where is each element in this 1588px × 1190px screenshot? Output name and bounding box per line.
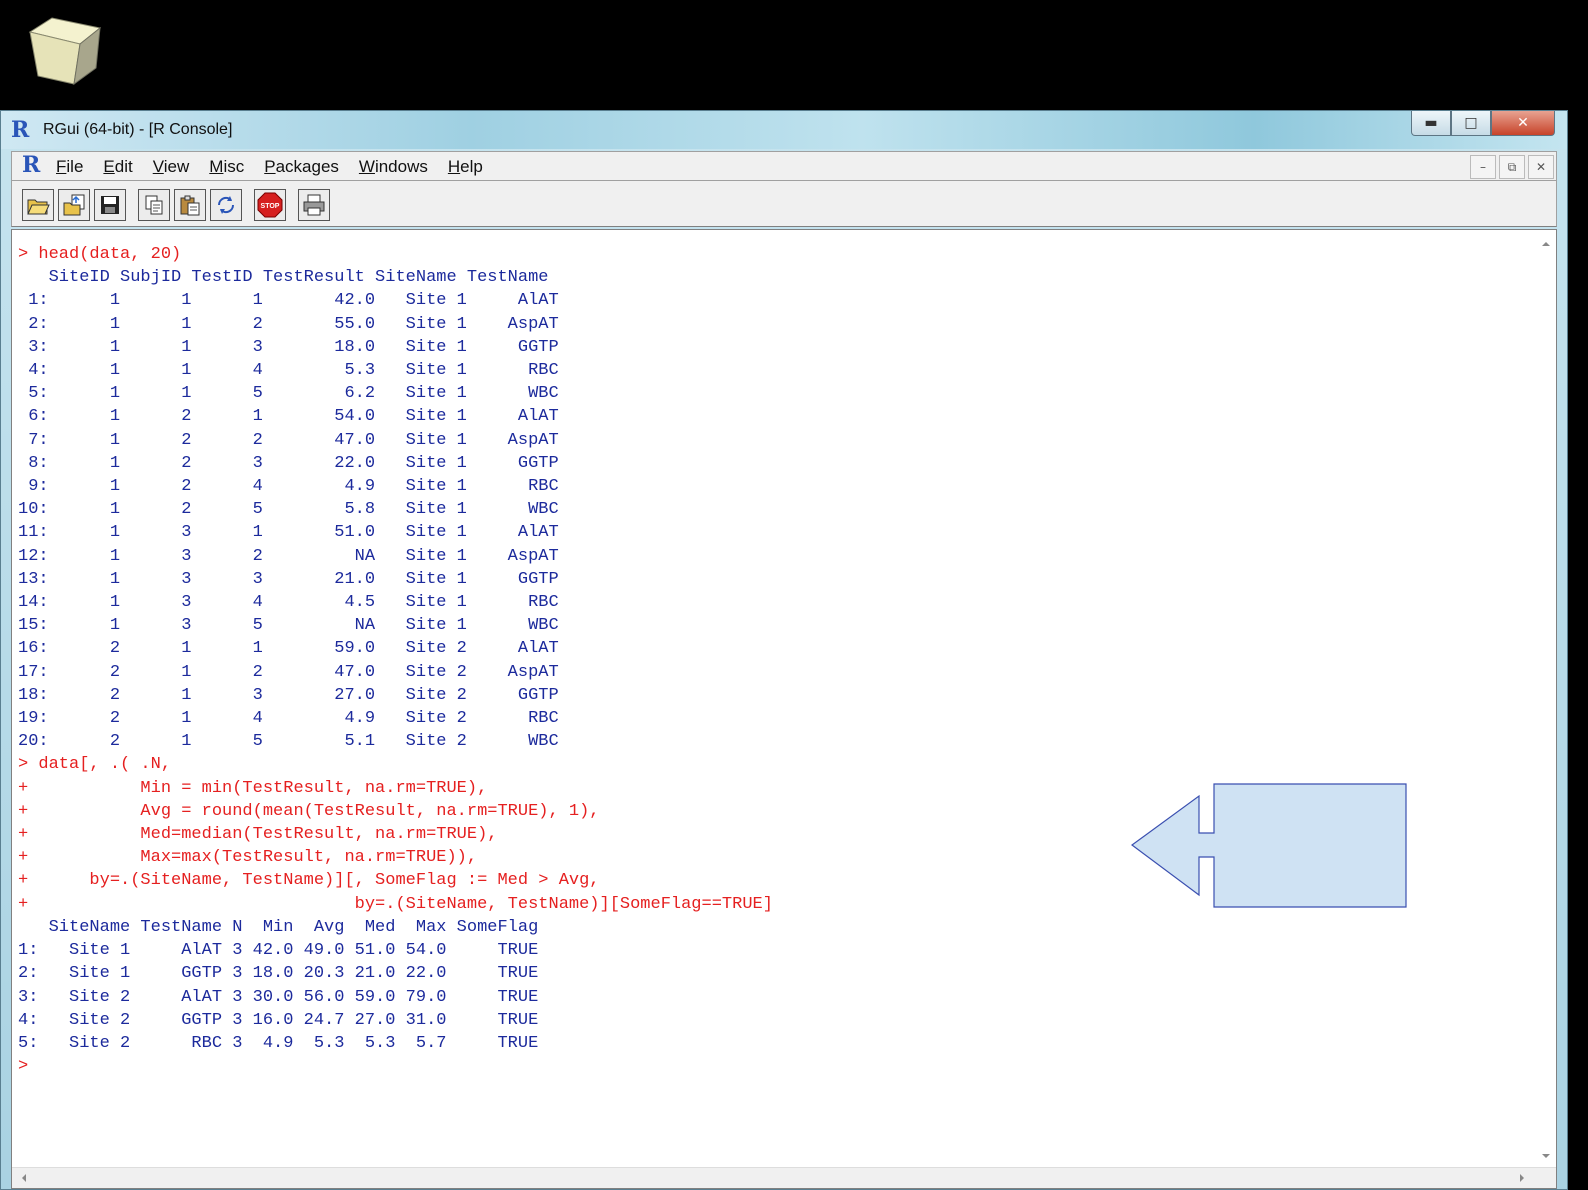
console-output-line: 8: 1 2 3 22.0 Site 1 GGTP [18,453,559,473]
console-output-line: 14: 1 3 4 4.5 Site 1 RBC [18,593,559,613]
minimize-icon: – [1480,160,1486,174]
maximize-button[interactable]: □ [1451,111,1491,136]
scroll-left-icon [22,1174,26,1182]
folder-open-icon [27,199,50,215]
console-input-line: > data[, .( .N, [18,755,172,775]
load-workspace-button[interactable] [58,189,90,221]
console-input-line: + Max=max(TestResult, na.rm=TRUE)), [18,848,478,868]
open-script-button[interactable] [22,189,54,221]
menu-items: File Edit View Misc Packages Windows Help [56,157,503,177]
console-output-line: SiteID SubjID TestID TestResult SiteName… [18,268,549,288]
rgui-window: R RGui (64-bit) - [R Console] ▬ □ ✕ R Fi… [0,110,1568,1190]
restore-icon: ⧉ [1507,159,1517,174]
menu-file[interactable]: File [56,157,83,177]
console-output-line: 16: 2 1 1 59.0 Site 2 AlAT [18,639,559,659]
console-output-line: SiteName TestName N Min Avg Med Max Some… [18,917,539,937]
window-controls: ▬ □ ✕ [1411,111,1555,137]
mdi-close-button[interactable]: ✕ [1528,155,1554,179]
console-output-line: 3: 1 1 3 18.0 Site 1 GGTP [18,337,559,357]
console-output-line: 13: 1 3 3 21.0 Site 1 GGTP [18,569,559,589]
console-output-line: 12: 1 3 2 NA Site 1 AspAT [18,546,559,566]
scroll-up-icon [1542,242,1550,246]
menu-bar: R File Edit View Misc Packages Windows Help – … [11,151,1557,181]
minimize-button[interactable]: ▬ [1411,111,1451,136]
console-output-line: 3: Site 2 AlAT 3 30.0 56.0 59.0 79.0 TRU… [18,987,539,1007]
paste-button[interactable] [174,189,206,221]
console-input-line: + Min = min(TestResult, na.rm=TRUE), [18,778,488,798]
paste-icon [180,195,200,216]
console-input-line: > head(data, 20) [18,245,182,264]
console-output-line: 2: 1 1 2 55.0 Site 1 AspAT [18,314,559,334]
console-output-line: 7: 1 2 2 47.0 Site 1 AspAT [18,430,559,450]
stop-button[interactable]: STOP [254,189,286,221]
console-output-line: 1: 1 1 1 42.0 Site 1 AlAT [18,291,559,311]
console-output-line: 5: Site 2 RBC 3 4.9 5.3 5.3 5.7 TRUE [18,1033,539,1053]
console-output-line: 5: 1 1 5 6.2 Site 1 WBC [18,384,559,404]
print-button[interactable] [298,189,330,221]
console-output-line: 11: 1 3 1 51.0 Site 1 AlAT [18,523,559,543]
console-output-line: 17: 2 1 2 47.0 Site 2 AspAT [18,662,559,682]
printer-icon [303,194,325,216]
menu-help[interactable]: Help [448,157,483,177]
mdi-controls: – ⧉ ✕ [1470,155,1554,179]
minimize-icon: ▬ [1424,115,1438,131]
title-bar[interactable]: R RGui (64-bit) - [R Console] ▬ □ ✕ [1,111,1567,149]
r-logo-icon: R [11,117,30,143]
load-icon [63,194,85,216]
console-output-line: 10: 1 2 5 5.8 Site 1 WBC [18,500,559,520]
copy-paste-button[interactable] [210,189,242,221]
maximize-icon: □ [1464,115,1478,131]
console-output-line: 6: 1 2 1 54.0 Site 1 AlAT [18,407,559,427]
svg-text:STOP: STOP [261,203,280,210]
close-icon: ✕ [1535,160,1547,174]
console-output-line: 1: Site 1 AlAT 3 42.0 49.0 51.0 54.0 TRU… [18,941,539,961]
r-console[interactable]: > head(data, 20) SiteID SubjID TestID Te… [11,229,1557,1189]
refresh-icon [217,196,235,214]
console-input-line: + by=.(SiteName, TestName)][SomeFlag==TR… [18,894,773,914]
console-input-line: + Med=median(TestResult, na.rm=TRUE), [18,825,498,845]
console-input-line: + Avg = round(mean(TestResult, na.rm=TRU… [18,801,600,821]
console-output-line: 20: 2 1 5 5.1 Site 2 WBC [18,732,559,752]
menu-windows[interactable]: Windows [359,157,428,177]
console-output-line: 9: 1 2 4 4.9 Site 1 RBC [18,477,559,497]
copy-icon [145,195,163,215]
stop-icon: STOP [257,192,283,218]
floppy-disk-icon [101,196,119,214]
save-workspace-button[interactable] [94,189,126,221]
menu-misc[interactable]: Misc [209,157,244,177]
console-output-line: 15: 1 3 5 NA Site 1 WBC [18,616,559,636]
scroll-right-icon [1520,1174,1524,1182]
callout-arrow-shape [1130,783,1407,908]
menu-packages[interactable]: Packages [264,157,339,177]
r-logo-icon: R [22,152,41,178]
copy-button[interactable] [138,189,170,221]
scroll-down-icon [1542,1154,1550,1158]
desktop-cube-icon [24,14,104,90]
mdi-restore-button[interactable]: ⧉ [1499,155,1525,179]
console-input-line: > [18,1057,29,1077]
console-output-line: 18: 2 1 3 27.0 Site 2 GGTP [18,685,559,705]
console-output-line: 4: Site 2 GGTP 3 16.0 24.7 27.0 31.0 TRU… [18,1010,539,1030]
toolbar: STOP [11,181,1557,227]
vertical-scrollbar[interactable] [1536,230,1556,1168]
window-title: RGui (64-bit) - [R Console] [43,121,233,138]
console-output[interactable]: > head(data, 20) SiteID SubjID TestID Te… [18,243,773,1078]
console-input-line: + by=.(SiteName, TestName)][, SomeFlag :… [18,871,600,891]
console-output-line: 19: 2 1 4 4.9 Site 2 RBC [18,709,559,729]
mdi-minimize-button[interactable]: – [1470,155,1496,179]
menu-view[interactable]: View [153,157,190,177]
close-button[interactable]: ✕ [1491,111,1555,136]
console-output-line: 4: 1 1 4 5.3 Site 1 RBC [18,361,559,381]
horizontal-scrollbar[interactable] [12,1167,1556,1188]
close-icon: ✕ [1517,115,1529,131]
menu-edit[interactable]: Edit [103,157,132,177]
console-output-line: 2: Site 1 GGTP 3 18.0 20.3 21.0 22.0 TRU… [18,964,539,984]
